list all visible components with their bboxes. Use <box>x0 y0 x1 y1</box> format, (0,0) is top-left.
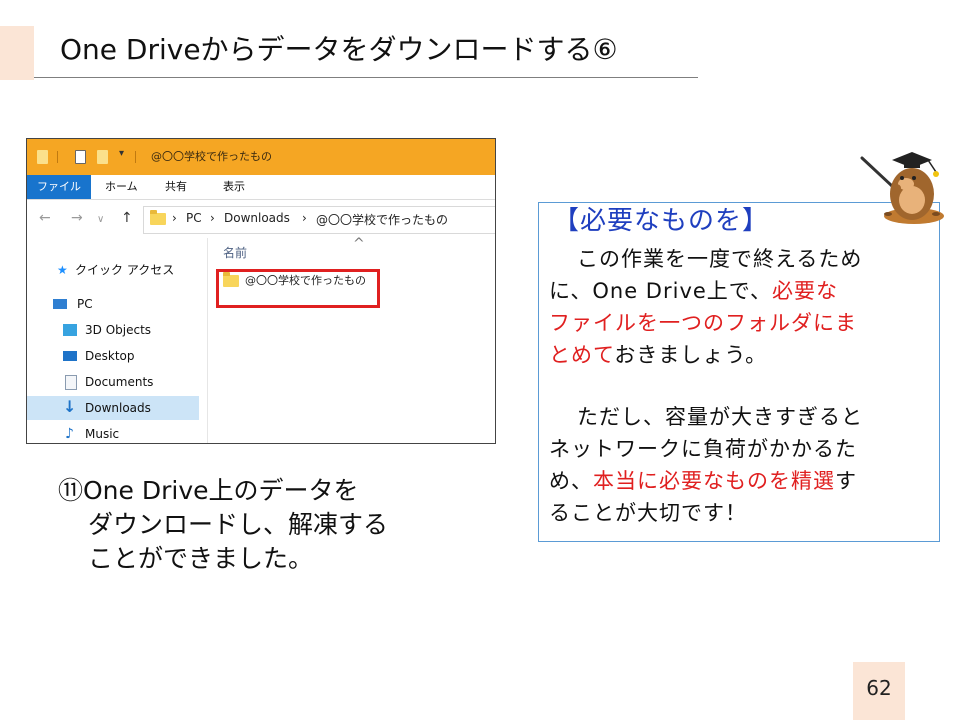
title-accent-bar <box>0 26 34 80</box>
page-number: 62 <box>866 676 892 700</box>
sidebar-label-desktop: Desktop <box>85 349 135 363</box>
note-text: に、One Drive上で、 <box>549 279 772 303</box>
mole-mascot-icon <box>860 152 944 224</box>
sidebar-label-documents: Documents <box>85 375 154 389</box>
breadcrumb-separator: › <box>172 211 177 225</box>
note-emphasis: 必要な <box>771 279 838 303</box>
note-text: おきましょう。 <box>614 343 768 367</box>
music-note-icon: ♪ <box>65 426 74 442</box>
tab-view[interactable]: 表示 <box>213 175 255 199</box>
breadcrumb-pc[interactable]: PC <box>186 211 202 225</box>
sidebar-item-pc[interactable]: PC <box>27 292 199 316</box>
properties-icon[interactable] <box>75 150 86 164</box>
caption-line-3: ことができました。 <box>88 544 314 573</box>
note-box: 【必要なものを】 この作業を一度で終えるため に、One Drive上で、必要な… <box>538 202 940 542</box>
download-arrow-icon: ↓ <box>63 397 77 416</box>
star-icon: ★ <box>57 263 68 277</box>
pane-divider[interactable] <box>207 238 208 443</box>
forward-arrow-icon[interactable]: → <box>71 210 83 226</box>
address-bar[interactable]: › PC › Downloads › @〇〇学校で作ったもの <box>143 206 495 234</box>
sidebar-item-quick-access[interactable]: ★ クイック アクセス <box>27 258 199 282</box>
note-line: ただし、容量が大きすぎると <box>577 405 863 429</box>
toolbar-separator <box>57 151 58 163</box>
caption-line-2: ダウンロードし、解凍する <box>88 510 389 539</box>
breadcrumb-current-folder[interactable]: @〇〇学校で作ったもの <box>316 211 448 228</box>
note-text: め、 <box>549 469 593 493</box>
note-line: め、本当に必要なものを精選す <box>549 465 857 497</box>
note-emphasis: 本当に必要なものを精選 <box>593 469 835 493</box>
slide-title: One Driveからデータをダウンロードする⑥ <box>60 33 618 66</box>
ribbon-tabs: ファイル ホーム 共有 表示 <box>27 175 495 200</box>
breadcrumb-downloads[interactable]: Downloads <box>224 211 290 225</box>
back-arrow-icon[interactable]: ← <box>39 210 51 226</box>
highlight-box <box>216 269 380 308</box>
note-text: す <box>835 469 857 493</box>
document-icon <box>65 375 77 390</box>
address-bar-row: ← → ∨ ↑ › PC › Downloads › @〇〇学校で作ったもの <box>27 200 495 238</box>
tab-file[interactable]: ファイル <box>27 175 91 199</box>
note-line: とめておきましょう。 <box>549 339 767 371</box>
page-number-box: 62 <box>853 662 905 720</box>
tab-home[interactable]: ホーム <box>95 175 148 199</box>
toolbar-separator <box>135 151 136 163</box>
recent-locations-icon[interactable]: ∨ <box>97 214 104 225</box>
note-line: ネットワークに負荷がかかるた <box>549 437 857 461</box>
file-explorer-screenshot: ▾ @〇〇学校で作ったもの ファイル ホーム 共有 表示 ← → ∨ ↑ › P… <box>26 138 496 444</box>
cube-icon <box>63 324 77 336</box>
column-header-name[interactable]: 名前 <box>223 244 247 261</box>
computer-icon <box>53 299 67 309</box>
breadcrumb-separator: › <box>210 211 215 225</box>
folder-icon <box>150 210 166 228</box>
sort-caret-icon[interactable]: ^ <box>353 236 365 252</box>
note-emphasis: ファイルを一つのフォルダにま <box>549 311 857 335</box>
sidebar-label-music: Music <box>85 427 120 441</box>
tab-share[interactable]: 共有 <box>155 175 197 199</box>
breadcrumb-separator: › <box>302 211 307 225</box>
up-arrow-icon[interactable]: ↑ <box>121 210 133 226</box>
sidebar-label-3d-objects: 3D Objects <box>85 323 152 337</box>
note-heading: 【必要なものを】 <box>553 206 770 236</box>
note-emphasis: とめて <box>549 343 615 367</box>
caption-line-1: ⑪One Drive上のデータを <box>58 476 359 505</box>
desktop-icon <box>63 351 77 361</box>
customize-toolbar-icon[interactable]: ▾ <box>119 148 124 159</box>
new-folder-icon[interactable] <box>97 150 108 164</box>
explorer-titlebar: ▾ @〇〇学校で作ったもの <box>27 139 495 175</box>
note-line: ることが大切です！ <box>549 501 747 525</box>
sidebar-label-downloads: Downloads <box>85 401 151 415</box>
note-line: に、One Drive上で、必要な <box>549 275 838 307</box>
step-caption: ⑪One Drive上のデータを ダウンロードし、解凍する ことができました。 <box>58 474 388 576</box>
note-line: この作業を一度で終えるため <box>577 247 863 271</box>
window-title: @〇〇学校で作ったもの <box>151 150 272 163</box>
folder-icon <box>37 150 48 164</box>
title-underline <box>34 77 698 78</box>
